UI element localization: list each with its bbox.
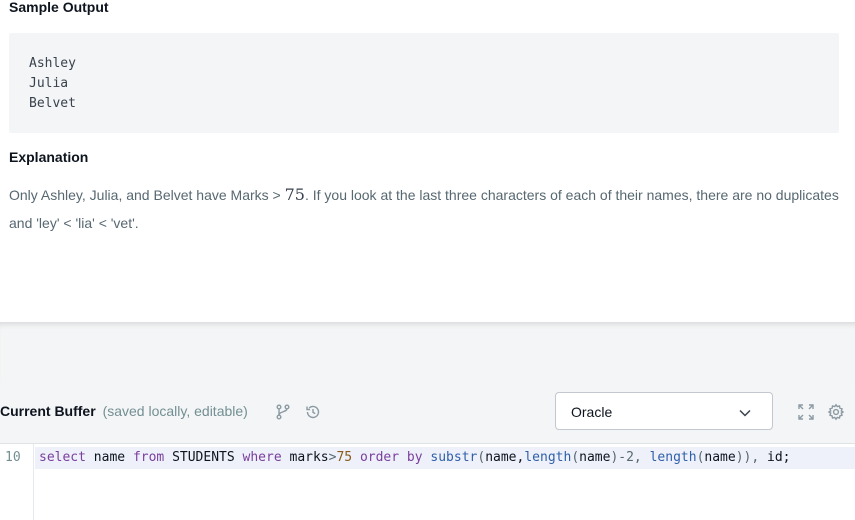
code-token: id;	[767, 450, 791, 465]
code-token: name	[579, 450, 611, 465]
sample-output-line: Ashley	[29, 56, 76, 71]
code-line[interactable]: select name from STUDENTS where marks>75…	[35, 447, 855, 469]
code-token: where	[242, 450, 282, 465]
sample-output-line: Julia	[29, 76, 69, 91]
sample-output-box: Ashley Julia Belvet	[9, 33, 839, 133]
code-token: order by	[359, 450, 423, 465]
buffer-title: Current Buffer (saved locally, editable)	[0, 403, 248, 419]
explanation-math: 75	[284, 185, 305, 204]
language-select-value: Oracle	[571, 404, 613, 420]
code-token: 75	[336, 450, 353, 465]
code-token: name	[85, 450, 133, 465]
gear-icon[interactable]	[827, 403, 845, 421]
code-token: )-2,	[610, 450, 650, 465]
code-token: marks	[281, 450, 329, 465]
line-number-gutter: 10	[0, 444, 34, 520]
explanation-heading: Explanation	[9, 149, 89, 165]
code-token: select	[39, 450, 86, 465]
explanation-text: Only Ashley, Julia, and Belvet have Mark…	[9, 181, 839, 237]
code-token: substr	[430, 450, 478, 465]
buffer-subtitle: (saved locally, editable)	[102, 403, 248, 419]
code-token: )),	[735, 450, 768, 465]
chevron-down-icon	[738, 406, 752, 420]
code-token: name,	[485, 450, 525, 465]
problem-statement: Sample Output Ashley Julia Belvet Explan…	[0, 0, 855, 322]
code-token: (	[571, 450, 580, 465]
line-number: 10	[5, 450, 21, 465]
editor-header: Current Buffer (saved locally, editable)…	[0, 383, 855, 444]
fullscreen-icon[interactable]	[797, 403, 815, 421]
history-icon[interactable]	[304, 403, 322, 421]
explanation-text-part: Only Ashley, Julia, and Belvet have Mark…	[9, 187, 285, 203]
code-token: name	[704, 450, 736, 465]
code-editor[interactable]: 10 select name from STUDENTS where marks…	[0, 444, 855, 520]
sample-output-line: Belvet	[29, 96, 76, 111]
code-token: length	[524, 450, 572, 465]
sample-output-lines: Ashley Julia Belvet	[29, 54, 76, 114]
git-branch-icon[interactable]	[274, 403, 292, 421]
code-token: from	[132, 450, 165, 465]
sample-output-heading: Sample Output	[9, 0, 109, 15]
code-token: STUDENTS	[164, 450, 243, 465]
code-token: length	[649, 450, 697, 465]
panel-divider	[0, 322, 855, 383]
buffer-title-label: Current Buffer	[0, 403, 96, 419]
language-select[interactable]: Oracle	[555, 392, 773, 430]
